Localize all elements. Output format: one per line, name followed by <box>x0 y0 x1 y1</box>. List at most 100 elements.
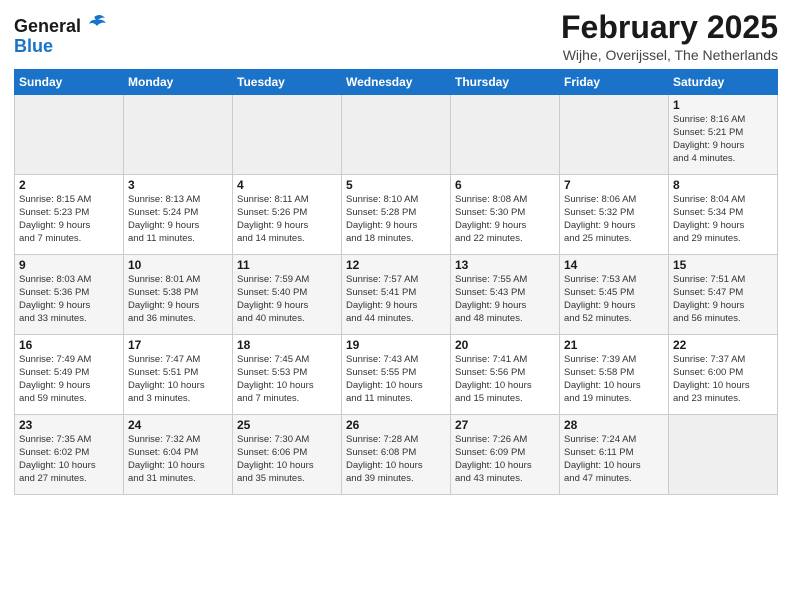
day-number: 21 <box>564 338 664 352</box>
day-info: Sunrise: 7:43 AM Sunset: 5:55 PM Dayligh… <box>346 354 446 405</box>
day-number: 19 <box>346 338 446 352</box>
day-number: 13 <box>455 258 555 272</box>
calendar-day-cell <box>124 95 233 175</box>
day-number: 27 <box>455 418 555 432</box>
day-number: 8 <box>673 178 773 192</box>
day-number: 4 <box>237 178 337 192</box>
day-info: Sunrise: 7:53 AM Sunset: 5:45 PM Dayligh… <box>564 274 664 325</box>
calendar-day-cell: 21 Sunrise: 7:39 AM Sunset: 5:58 PM Dayli… <box>560 335 669 415</box>
calendar-day-cell: 3 Sunrise: 8:13 AM Sunset: 5:24 PM Daylig… <box>124 175 233 255</box>
logo-general: General <box>14 16 81 36</box>
calendar-day-cell: 14 Sunrise: 7:53 AM Sunset: 5:45 PM Dayli… <box>560 255 669 335</box>
day-info: Sunrise: 7:57 AM Sunset: 5:41 PM Dayligh… <box>346 274 446 325</box>
calendar-day-cell: 4 Sunrise: 8:11 AM Sunset: 5:26 PM Daylig… <box>233 175 342 255</box>
logo-blue: Blue <box>14 37 107 57</box>
day-number: 7 <box>564 178 664 192</box>
calendar-day-cell: 12 Sunrise: 7:57 AM Sunset: 5:41 PM Dayli… <box>342 255 451 335</box>
day-info: Sunrise: 7:45 AM Sunset: 5:53 PM Dayligh… <box>237 354 337 405</box>
calendar-day-cell <box>342 95 451 175</box>
weekday-header-wednesday: Wednesday <box>342 70 451 95</box>
day-info: Sunrise: 8:04 AM Sunset: 5:34 PM Dayligh… <box>673 194 773 245</box>
day-info: Sunrise: 7:41 AM Sunset: 5:56 PM Dayligh… <box>455 354 555 405</box>
day-number: 20 <box>455 338 555 352</box>
calendar-day-cell: 28Sunrise: 7:24 AM Sunset: 6:11 PM Dayli… <box>560 415 669 495</box>
day-number: 5 <box>346 178 446 192</box>
calendar-day-cell: 25 Sunrise: 7:30 AM Sunset: 6:06 PM Dayli… <box>233 415 342 495</box>
day-number: 3 <box>128 178 228 192</box>
calendar-week-row: 9 Sunrise: 8:03 AM Sunset: 5:36 PM Daylig… <box>15 255 778 335</box>
day-number: 9 <box>19 258 119 272</box>
calendar-day-cell: 15 Sunrise: 7:51 AM Sunset: 5:47 PM Dayli… <box>669 255 778 335</box>
day-info: Sunrise: 7:51 AM Sunset: 5:47 PM Dayligh… <box>673 274 773 325</box>
calendar-day-cell <box>560 95 669 175</box>
day-info: Sunrise: 7:55 AM Sunset: 5:43 PM Dayligh… <box>455 274 555 325</box>
calendar-day-cell: 6Sunrise: 8:08 AM Sunset: 5:30 PM Daylig… <box>451 175 560 255</box>
day-info: Sunrise: 8:11 AM Sunset: 5:26 PM Dayligh… <box>237 194 337 245</box>
calendar-day-cell: 27 Sunrise: 7:26 AM Sunset: 6:09 PM Dayli… <box>451 415 560 495</box>
day-number: 28 <box>564 418 664 432</box>
day-number: 22 <box>673 338 773 352</box>
calendar-day-cell: 9 Sunrise: 8:03 AM Sunset: 5:36 PM Daylig… <box>15 255 124 335</box>
calendar-day-cell: 11 Sunrise: 7:59 AM Sunset: 5:40 PM Dayli… <box>233 255 342 335</box>
calendar-day-cell: 16 Sunrise: 7:49 AM Sunset: 5:49 PM Dayli… <box>15 335 124 415</box>
day-number: 6 <box>455 178 555 192</box>
day-info: Sunrise: 8:01 AM Sunset: 5:38 PM Dayligh… <box>128 274 228 325</box>
calendar-day-cell: 20 Sunrise: 7:41 AM Sunset: 5:56 PM Dayli… <box>451 335 560 415</box>
logo-bird-icon <box>85 14 107 39</box>
day-number: 15 <box>673 258 773 272</box>
day-info: Sunrise: 7:47 AM Sunset: 5:51 PM Dayligh… <box>128 354 228 405</box>
day-number: 25 <box>237 418 337 432</box>
calendar-day-cell: 10 Sunrise: 8:01 AM Sunset: 5:38 PM Dayli… <box>124 255 233 335</box>
day-info: Sunrise: 7:59 AM Sunset: 5:40 PM Dayligh… <box>237 274 337 325</box>
calendar-day-cell: 24Sunrise: 7:32 AM Sunset: 6:04 PM Dayli… <box>124 415 233 495</box>
day-number: 16 <box>19 338 119 352</box>
day-info: Sunrise: 7:32 AM Sunset: 6:04 PM Dayligh… <box>128 434 228 485</box>
calendar-day-cell: 19 Sunrise: 7:43 AM Sunset: 5:55 PM Dayli… <box>342 335 451 415</box>
calendar-day-cell: 7 Sunrise: 8:06 AM Sunset: 5:32 PM Daylig… <box>560 175 669 255</box>
day-info: Sunrise: 8:03 AM Sunset: 5:36 PM Dayligh… <box>19 274 119 325</box>
calendar-day-cell: 1 Sunrise: 8:16 AM Sunset: 5:21 PM Daylig… <box>669 95 778 175</box>
weekday-header-friday: Friday <box>560 70 669 95</box>
day-info: Sunrise: 7:49 AM Sunset: 5:49 PM Dayligh… <box>19 354 119 405</box>
day-number: 18 <box>237 338 337 352</box>
day-number: 2 <box>19 178 119 192</box>
day-info: Sunrise: 8:16 AM Sunset: 5:21 PM Dayligh… <box>673 114 773 165</box>
calendar-day-cell: 5 Sunrise: 8:10 AM Sunset: 5:28 PM Daylig… <box>342 175 451 255</box>
day-number: 11 <box>237 258 337 272</box>
day-info: Sunrise: 8:15 AM Sunset: 5:23 PM Dayligh… <box>19 194 119 245</box>
calendar-day-cell: 18 Sunrise: 7:45 AM Sunset: 5:53 PM Dayli… <box>233 335 342 415</box>
weekday-header-sunday: Sunday <box>15 70 124 95</box>
month-year-title: February 2025 <box>561 10 778 45</box>
day-number: 26 <box>346 418 446 432</box>
logo: General Blue <box>14 14 107 57</box>
day-number: 10 <box>128 258 228 272</box>
day-info: Sunrise: 8:10 AM Sunset: 5:28 PM Dayligh… <box>346 194 446 245</box>
calendar-table: SundayMondayTuesdayWednesdayThursdayFrid… <box>14 69 778 495</box>
day-info: Sunrise: 7:30 AM Sunset: 6:06 PM Dayligh… <box>237 434 337 485</box>
calendar-day-cell: 22Sunrise: 7:37 AM Sunset: 6:00 PM Dayli… <box>669 335 778 415</box>
weekday-header-saturday: Saturday <box>669 70 778 95</box>
calendar-week-row: 23Sunrise: 7:35 AM Sunset: 6:02 PM Dayli… <box>15 415 778 495</box>
calendar-week-row: 1 Sunrise: 8:16 AM Sunset: 5:21 PM Daylig… <box>15 95 778 175</box>
day-info: Sunrise: 8:13 AM Sunset: 5:24 PM Dayligh… <box>128 194 228 245</box>
calendar-week-row: 2 Sunrise: 8:15 AM Sunset: 5:23 PM Daylig… <box>15 175 778 255</box>
weekday-header-monday: Monday <box>124 70 233 95</box>
calendar-day-cell <box>669 415 778 495</box>
calendar-day-cell <box>15 95 124 175</box>
calendar-day-cell: 26 Sunrise: 7:28 AM Sunset: 6:08 PM Dayli… <box>342 415 451 495</box>
day-number: 14 <box>564 258 664 272</box>
day-info: Sunrise: 7:39 AM Sunset: 5:58 PM Dayligh… <box>564 354 664 405</box>
day-info: Sunrise: 7:35 AM Sunset: 6:02 PM Dayligh… <box>19 434 119 485</box>
title-block: February 2025 Wijhe, Overijssel, The Net… <box>561 10 778 63</box>
day-number: 12 <box>346 258 446 272</box>
calendar-day-cell <box>451 95 560 175</box>
weekday-header-thursday: Thursday <box>451 70 560 95</box>
day-info: Sunrise: 7:28 AM Sunset: 6:08 PM Dayligh… <box>346 434 446 485</box>
day-number: 1 <box>673 98 773 112</box>
calendar-day-cell: 17Sunrise: 7:47 AM Sunset: 5:51 PM Dayli… <box>124 335 233 415</box>
day-info: Sunrise: 7:26 AM Sunset: 6:09 PM Dayligh… <box>455 434 555 485</box>
day-info: Sunrise: 8:06 AM Sunset: 5:32 PM Dayligh… <box>564 194 664 245</box>
calendar-day-cell <box>233 95 342 175</box>
calendar-day-cell: 2 Sunrise: 8:15 AM Sunset: 5:23 PM Daylig… <box>15 175 124 255</box>
weekday-header-tuesday: Tuesday <box>233 70 342 95</box>
